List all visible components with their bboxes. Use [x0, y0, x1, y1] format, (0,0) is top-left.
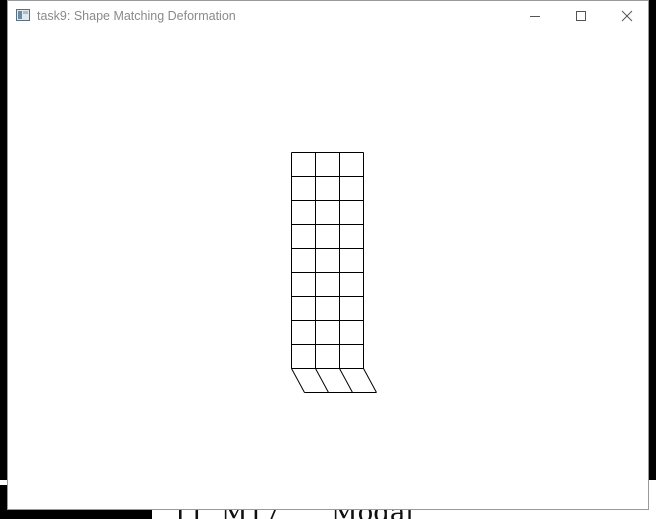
mesh-sheared-edge — [291, 368, 305, 393]
close-icon — [621, 10, 633, 22]
mesh-sheared-edge — [315, 368, 329, 393]
deformable-mesh — [291, 152, 377, 393]
minimize-button[interactable] — [512, 1, 558, 32]
close-button[interactable] — [604, 1, 650, 32]
title-bar[interactable]: task9: Shape Matching Deformation — [8, 1, 648, 32]
desktop: 11 M17 Modal task9: Shape Matching Defor… — [0, 0, 656, 519]
simulation-canvas[interactable] — [8, 32, 648, 509]
maximize-icon — [576, 11, 586, 21]
mesh-sheared-edge — [363, 368, 377, 393]
app-window: task9: Shape Matching Deformation — [7, 0, 649, 510]
window-title: task9: Shape Matching Deformation — [37, 9, 236, 23]
mesh-sheared-edge — [339, 368, 353, 393]
minimize-icon — [530, 16, 540, 17]
maximize-button[interactable] — [558, 1, 604, 32]
app-window-icon — [16, 9, 30, 21]
